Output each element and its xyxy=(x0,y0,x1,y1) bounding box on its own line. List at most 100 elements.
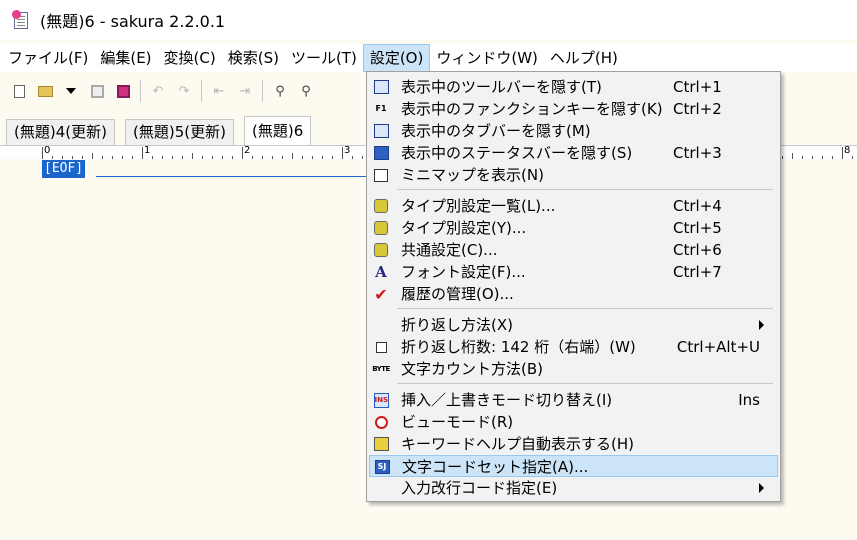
menu-item-shortcut: Ctrl+2 xyxy=(673,100,722,118)
menu-item-shortcut: Ctrl+5 xyxy=(673,219,722,237)
tab-untitled-4[interactable]: (無題)4(更新) xyxy=(6,119,115,146)
open-folder-icon xyxy=(37,85,53,97)
tabbar-icon xyxy=(372,122,390,140)
menu-item-charset[interactable]: SJ 文字コードセット指定(A)... xyxy=(369,455,778,477)
menu-settings[interactable]: 設定(O) xyxy=(362,44,431,72)
menu-item-label: 折り返し方法(X) xyxy=(401,316,513,334)
type-settings-icon xyxy=(372,219,390,237)
menu-item-keyword-help[interactable]: キーワードヘルプ自動表示する(H) xyxy=(369,433,778,455)
save-all-button[interactable] xyxy=(110,78,136,104)
menu-item-newline-code[interactable]: 入力改行コード指定(E) xyxy=(369,477,778,499)
menu-separator xyxy=(397,383,773,384)
menu-item-show-minimap[interactable]: ミニマップを表示(N) xyxy=(369,164,778,186)
common-settings-icon xyxy=(372,241,390,259)
ruler-tick xyxy=(42,147,43,159)
tab-untitled-6[interactable]: (無題)6 xyxy=(244,116,312,147)
jump-forward-button[interactable]: ⇥ xyxy=(232,78,258,104)
menu-item-insert-overwrite[interactable]: INS 挿入／上書きモード切り替え(I) Ins xyxy=(369,389,778,411)
menu-item-label: タイプ別設定一覧(L)... xyxy=(401,197,556,215)
menu-item-label: 履歴の管理(O)... xyxy=(401,285,514,303)
menu-item-view-mode[interactable]: ビューモード(R) xyxy=(369,411,778,433)
tab-untitled-5[interactable]: (無題)5(更新) xyxy=(125,119,234,146)
undo-button[interactable]: ↶ xyxy=(145,78,171,104)
menu-search[interactable]: 検索(S) xyxy=(222,44,285,72)
menu-item-wrap-width[interactable]: 折り返し桁数: 142 桁（右端）(W) Ctrl+Alt+U xyxy=(369,336,778,358)
type-list-icon xyxy=(372,197,390,215)
menu-item-shortcut: Ctrl+4 xyxy=(673,197,722,215)
menu-item-history-management[interactable]: ✔ 履歴の管理(O)... xyxy=(369,283,778,305)
search-next-icon: ⚲ xyxy=(301,83,311,99)
toolbar-separator xyxy=(140,80,141,102)
toolbar-icon xyxy=(372,78,390,96)
ruler-label: 1 xyxy=(144,145,151,156)
settings-menu: 表示中のツールバーを隠す(T) Ctrl+1 F1 表示中のファンクションキーを… xyxy=(366,71,781,502)
eof-marker: [EOF] xyxy=(42,160,86,178)
menu-item-type-settings[interactable]: タイプ別設定(Y)... Ctrl+5 xyxy=(369,217,778,239)
menu-item-shortcut: Ctrl+1 xyxy=(673,78,722,96)
search-button[interactable]: ⚲ xyxy=(267,78,293,104)
menu-item-type-settings-list[interactable]: タイプ別設定一覧(L)... Ctrl+4 xyxy=(369,195,778,217)
ruler-tick xyxy=(142,147,143,159)
open-file-button[interactable] xyxy=(32,78,58,104)
wrap-width-icon xyxy=(372,338,390,356)
menu-item-label: キーワードヘルプ自動表示する(H) xyxy=(401,435,634,453)
jump-back-button[interactable]: ⇤ xyxy=(206,78,232,104)
cursor-underline xyxy=(96,176,376,177)
menu-item-label: 表示中のステータスバーを隠す(S) xyxy=(401,144,633,162)
menu-item-hide-function-keys[interactable]: F1 表示中のファンクションキーを隠す(K) Ctrl+2 xyxy=(369,98,778,120)
submenu-arrow-icon xyxy=(759,483,764,493)
menu-item-label: 共通設定(C)... xyxy=(401,241,498,259)
menu-item-hide-statusbar[interactable]: 表示中のステータスバーを隠す(S) Ctrl+3 xyxy=(369,142,778,164)
redo-icon: ↷ xyxy=(178,83,190,99)
tab-bar: (無題)4(更新) (無題)5(更新) (無題)6 xyxy=(0,114,370,147)
menu-item-shortcut: Ctrl+7 xyxy=(673,263,722,281)
menu-item-shortcut: Ins xyxy=(738,391,760,409)
menu-item-hide-tabbar[interactable]: 表示中のタブバーを隠す(M) xyxy=(369,120,778,142)
menu-tools[interactable]: ツール(T) xyxy=(285,44,363,72)
menu-edit[interactable]: 編集(E) xyxy=(94,44,157,72)
menu-convert[interactable]: 変換(C) xyxy=(158,44,222,72)
window-title: (無題)6 - sakura 2.2.0.1 xyxy=(40,12,226,31)
byte-count-icon: BYTE xyxy=(372,365,390,373)
menu-item-shortcut: Ctrl+6 xyxy=(673,241,722,259)
search-next-button[interactable]: ⚲ xyxy=(293,78,319,104)
jump-back-icon: ⇤ xyxy=(213,83,225,99)
dropdown-arrow-icon xyxy=(66,88,76,94)
save-all-icon xyxy=(116,84,130,98)
statusbar-icon xyxy=(372,144,390,162)
history-check-icon: ✔ xyxy=(374,284,388,304)
menu-item-label: 文字コードセット指定(A)... xyxy=(402,458,589,476)
ruler-tick xyxy=(842,147,843,159)
save-icon xyxy=(90,84,104,98)
menu-item-label: 表示中のファンクションキーを隠す(K) xyxy=(401,100,663,118)
ruler-label: 2 xyxy=(244,145,251,156)
menu-item-label: 文字カウント方法(B) xyxy=(401,360,543,378)
ruler-label: 0 xyxy=(44,145,51,156)
view-mode-icon xyxy=(372,413,390,431)
open-recent-dropdown[interactable] xyxy=(58,78,84,104)
menu-separator xyxy=(397,189,773,190)
title-bar: (無題)6 - sakura 2.2.0.1 xyxy=(0,0,857,40)
submenu-arrow-icon xyxy=(759,320,764,330)
menu-item-wrap-method[interactable]: 折り返し方法(X) xyxy=(369,314,778,336)
menu-item-common-settings[interactable]: 共通設定(C)... Ctrl+6 xyxy=(369,239,778,261)
jump-forward-icon: ⇥ xyxy=(239,83,251,99)
menu-item-font-settings[interactable]: A フォント設定(F)... Ctrl+7 xyxy=(369,261,778,283)
toolbar: ↶ ↷ ⇤ ⇥ ⚲ ⚲ xyxy=(0,74,370,108)
menu-help[interactable]: ヘルプ(H) xyxy=(544,44,624,72)
menu-file[interactable]: ファイル(F) xyxy=(2,44,94,72)
menu-window[interactable]: ウィンドウ(W) xyxy=(430,44,544,72)
sakura-app-icon[interactable] xyxy=(12,10,30,30)
menu-item-hide-toolbar[interactable]: 表示中のツールバーを隠す(T) Ctrl+1 xyxy=(369,76,778,98)
function-key-icon: F1 xyxy=(375,104,387,113)
redo-button[interactable]: ↷ xyxy=(171,78,197,104)
new-file-icon xyxy=(13,84,25,98)
save-button[interactable] xyxy=(84,78,110,104)
menu-item-char-count-method[interactable]: BYTE 文字カウント方法(B) xyxy=(369,358,778,380)
insert-mode-icon: INS xyxy=(372,391,390,409)
menu-item-label: 入力改行コード指定(E) xyxy=(401,479,558,497)
menu-separator xyxy=(397,308,773,309)
menu-item-shortcut: Ctrl+Alt+U xyxy=(676,338,760,356)
ruler-label: 3 xyxy=(344,145,351,156)
new-file-button[interactable] xyxy=(6,78,32,104)
